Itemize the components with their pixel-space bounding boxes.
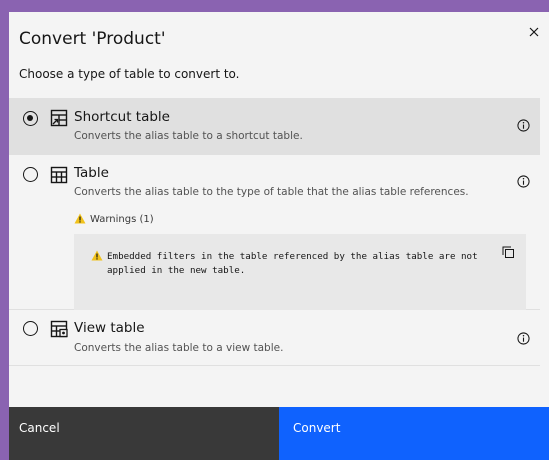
dialog-footer: Cancel Convert [9, 407, 549, 460]
cancel-button[interactable]: Cancel [9, 407, 279, 460]
radio-view-table[interactable] [23, 321, 38, 336]
copy-icon[interactable] [502, 246, 514, 258]
info-icon[interactable] [517, 119, 530, 132]
option-table[interactable]: Table Converts the alias table to the ty… [9, 155, 540, 310]
dialog-title: Convert 'Product' [19, 29, 166, 49]
window-frame-top [0, 0, 549, 12]
warning-icon [74, 213, 86, 224]
option-description: Converts the alias table to a view table… [74, 342, 284, 354]
option-title: Table [74, 165, 109, 181]
window-frame-left [0, 12, 9, 460]
info-icon[interactable] [517, 175, 530, 188]
view-table-icon [50, 320, 68, 338]
shortcut-table-icon [50, 109, 68, 127]
warning-icon [91, 250, 103, 261]
option-view-table[interactable]: View table Converts the alias table to a… [9, 310, 540, 366]
warning-message-box: Embedded filters in the table referenced… [74, 234, 526, 310]
radio-selected-dot [27, 115, 33, 121]
warnings-toggle[interactable]: Warnings (1) [74, 213, 154, 225]
radio-table[interactable] [23, 167, 38, 182]
warnings-label: Warnings (1) [90, 214, 154, 225]
option-title: View table [74, 320, 145, 336]
table-icon [50, 166, 68, 184]
info-icon[interactable] [517, 332, 530, 345]
option-title: Shortcut table [74, 109, 170, 125]
close-icon[interactable] [527, 26, 541, 40]
option-description: Converts the alias table to a shortcut t… [74, 130, 303, 142]
convert-button[interactable]: Convert [279, 407, 549, 460]
option-description: Converts the alias table to the type of … [74, 186, 469, 198]
convert-dialog: Convert 'Product' Choose a type of table… [9, 12, 549, 460]
radio-shortcut-table[interactable] [23, 111, 38, 126]
warning-message: Embedded filters in the table referenced… [107, 251, 478, 276]
dialog-subtitle: Choose a type of table to convert to. [19, 67, 240, 81]
option-shortcut-table[interactable]: Shortcut table Converts the alias table … [9, 98, 540, 155]
